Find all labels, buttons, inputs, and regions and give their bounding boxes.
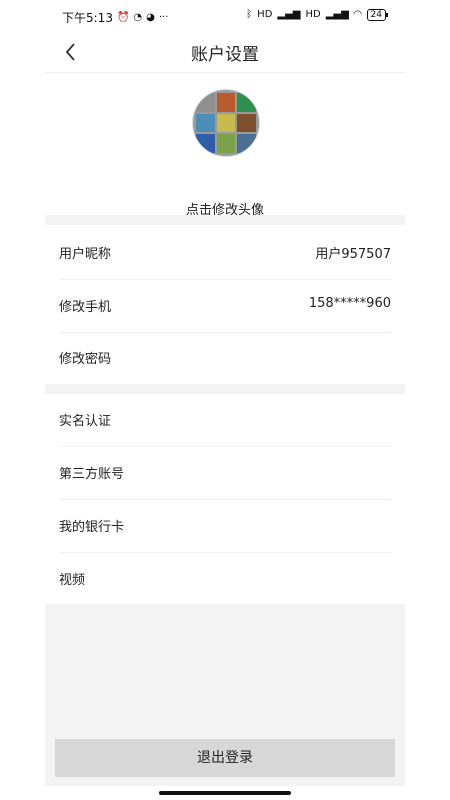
avatar-grid-icon — [193, 90, 259, 156]
logout-button[interactable]: 退出登录 — [55, 739, 395, 777]
app-notification-icon: ◕ — [146, 11, 155, 23]
signal-2-icon: ▂▄▆ — [325, 9, 349, 20]
bluetooth-icon: ᛒ — [246, 9, 253, 20]
avatar-section[interactable]: 点击修改头像 — [45, 73, 405, 218]
more-notifications-icon: ··· — [158, 11, 169, 23]
avatar-tile — [196, 93, 215, 112]
third-party-account-label: 第三方账号 — [59, 467, 125, 482]
nickname-value: 用户957507 — [315, 247, 391, 262]
network-1-label: HD — [257, 9, 273, 20]
account-settings-page: 账户设置 点击修改头像 用户昵称 用户957507 修改手机 158*****9… — [45, 32, 405, 786]
avatar-tile — [216, 113, 236, 133]
bank-card-row[interactable]: 我的银行卡 — [59, 500, 391, 553]
network-2-label: HD — [305, 9, 321, 20]
section-divider-1 — [45, 215, 405, 225]
nickname-label: 用户昵称 — [59, 247, 112, 262]
signal-1-icon: ▂▄▆ — [277, 9, 301, 20]
phone-value: 158*****960 — [308, 296, 391, 311]
bank-card-label: 我的银行卡 — [59, 520, 125, 535]
avatar-tile — [196, 134, 215, 153]
battery-indicator: 24 — [366, 9, 389, 21]
status-time: 下午5:13 — [62, 11, 113, 25]
home-indicator[interactable] — [159, 791, 291, 795]
section-divider-2 — [45, 384, 405, 394]
status-bar: 下午5:13 ⏰ ◔ ◕ ··· ᛒ HD ▂▄▆ HD ▂▄▆ ◜◝ 24 — [0, 0, 450, 32]
avatar-tile — [216, 93, 236, 112]
top-header: 账户设置 — [45, 32, 405, 73]
page-title: 账户设置 — [191, 45, 259, 65]
video-row[interactable]: 视频 — [59, 553, 391, 605]
alarm-icon: ⏰ — [116, 11, 130, 23]
wifi-icon: ◜◝ — [353, 9, 362, 20]
avatar[interactable] — [192, 89, 260, 157]
change-password-label: 修改密码 — [59, 352, 112, 367]
nickname-row[interactable]: 用户昵称 用户957507 — [59, 227, 391, 280]
real-name-verification-label: 实名认证 — [59, 414, 112, 429]
avatar-tile — [237, 93, 256, 112]
avatar-tile — [216, 134, 236, 153]
change-phone-label: 修改手机 — [59, 300, 112, 315]
change-phone-row[interactable]: 修改手机 158*****960 — [59, 280, 391, 333]
status-left: 下午5:13 ⏰ ◔ ◕ ··· — [62, 9, 168, 26]
status-right: ᛒ HD ▂▄▆ HD ▂▄▆ ◜◝ 24 — [246, 9, 389, 21]
avatar-tile — [196, 113, 215, 133]
real-name-verification-row[interactable]: 实名认证 — [59, 394, 391, 447]
third-party-account-row[interactable]: 第三方账号 — [59, 447, 391, 500]
change-password-row[interactable]: 修改密码 — [59, 332, 391, 384]
notification-icon: ◔ — [133, 11, 143, 23]
video-label: 视频 — [59, 573, 86, 588]
avatar-tile — [237, 113, 256, 133]
avatar-tile — [237, 134, 256, 153]
